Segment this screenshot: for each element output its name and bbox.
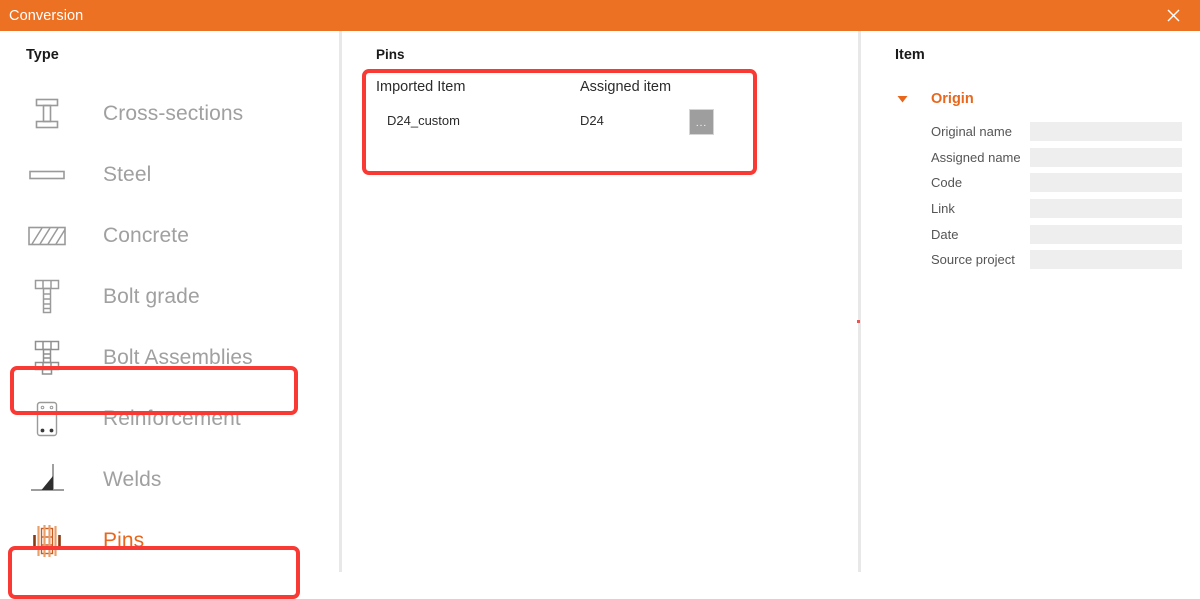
sidebar-item-welds[interactable]: Welds (0, 449, 339, 510)
sidebar-item-label: Welds (103, 467, 162, 491)
bolt-icon (22, 275, 72, 319)
pins-table-title: Pins (376, 47, 405, 62)
property-value-field[interactable] (1030, 122, 1182, 142)
sidebar-item-steel[interactable]: Steel (0, 144, 339, 205)
property-row-original-name: Original name (861, 119, 1200, 145)
ellipsis-icon: ... (695, 118, 708, 129)
weld-icon (22, 458, 72, 502)
property-label: Original name (931, 124, 1012, 140)
sidebar-item-label: Reinforcement (103, 406, 241, 430)
property-label: Code (931, 175, 963, 191)
property-value-field[interactable] (1030, 147, 1182, 167)
property-row-link: Link (861, 196, 1200, 222)
cursor-artifact (857, 320, 860, 323)
type-panel: Type Cross-sections Steel Concrete Bolt … (0, 31, 339, 599)
browse-assigned-item-button[interactable]: ... (689, 109, 714, 135)
type-list: Cross-sections Steel Concrete Bolt grade… (0, 83, 339, 571)
property-row-date: Date (861, 221, 1200, 247)
origin-group-header[interactable]: Origin (895, 91, 974, 107)
sidebar-item-label: Bolt grade (103, 284, 200, 308)
type-panel-heading: Type (26, 47, 59, 63)
cell-imported-item: D24_custom (387, 113, 460, 128)
property-value-field[interactable] (1030, 199, 1182, 219)
bolt-assembly-icon (22, 336, 72, 380)
table-header-row: Imported Item Assigned item (376, 79, 816, 101)
sidebar-item-bolt-assemblies[interactable]: Bolt Assemblies (0, 327, 339, 388)
rebar-section-icon (22, 397, 72, 441)
column-header-assigned-item: Assigned item (580, 79, 672, 95)
caret-down-icon[interactable] (895, 92, 909, 106)
pin-icon (22, 519, 72, 563)
window-title-bar: Conversion (0, 0, 1200, 31)
concrete-hatch-icon (22, 214, 72, 258)
sidebar-item-label: Cross-sections (103, 101, 244, 125)
window-title: Conversion (9, 7, 84, 24)
workspace: Type Cross-sections Steel Concrete Bolt … (0, 31, 1200, 599)
sidebar-item-label: Pins (103, 528, 145, 552)
property-label: Assigned name (931, 149, 1021, 165)
property-value-field[interactable] (1030, 224, 1182, 244)
cell-assigned-item: D24 (580, 113, 604, 128)
i-beam-icon (22, 92, 72, 136)
origin-property-list: Original name Assigned name Code Link Da… (861, 119, 1200, 273)
table-row[interactable]: D24_custom D24 ... (376, 109, 826, 139)
sidebar-item-bolt-grade[interactable]: Bolt grade (0, 266, 339, 327)
column-header-imported-item: Imported Item (376, 79, 466, 95)
sidebar-item-cross-sections[interactable]: Cross-sections (0, 83, 339, 144)
sidebar-item-label: Concrete (103, 223, 190, 247)
property-label: Link (931, 201, 955, 217)
property-row-assigned-name: Assigned name (861, 145, 1200, 171)
property-row-code: Code (861, 170, 1200, 196)
pins-table-panel: Pins Imported Item Assigned item D24_cus… (342, 31, 860, 572)
property-label: Date (931, 226, 959, 242)
sidebar-item-concrete[interactable]: Concrete (0, 205, 339, 266)
close-icon (1167, 9, 1179, 22)
item-properties-panel: Item Origin Original name Assigned name … (861, 31, 1200, 572)
property-value-field[interactable] (1030, 250, 1182, 270)
sidebar-item-label: Bolt Assemblies (103, 345, 253, 369)
sidebar-item-pins[interactable]: Pins (0, 510, 339, 571)
origin-group-label: Origin (931, 91, 974, 107)
item-panel-title: Item (895, 47, 925, 63)
sidebar-item-reinforcement[interactable]: Reinforcement (0, 388, 339, 449)
plate-icon (22, 153, 72, 197)
sidebar-item-label: Steel (103, 162, 152, 186)
property-row-source-project: Source project (861, 247, 1200, 273)
close-button[interactable] (1154, 0, 1192, 31)
property-label: Source project (931, 252, 1015, 268)
property-value-field[interactable] (1030, 173, 1182, 193)
